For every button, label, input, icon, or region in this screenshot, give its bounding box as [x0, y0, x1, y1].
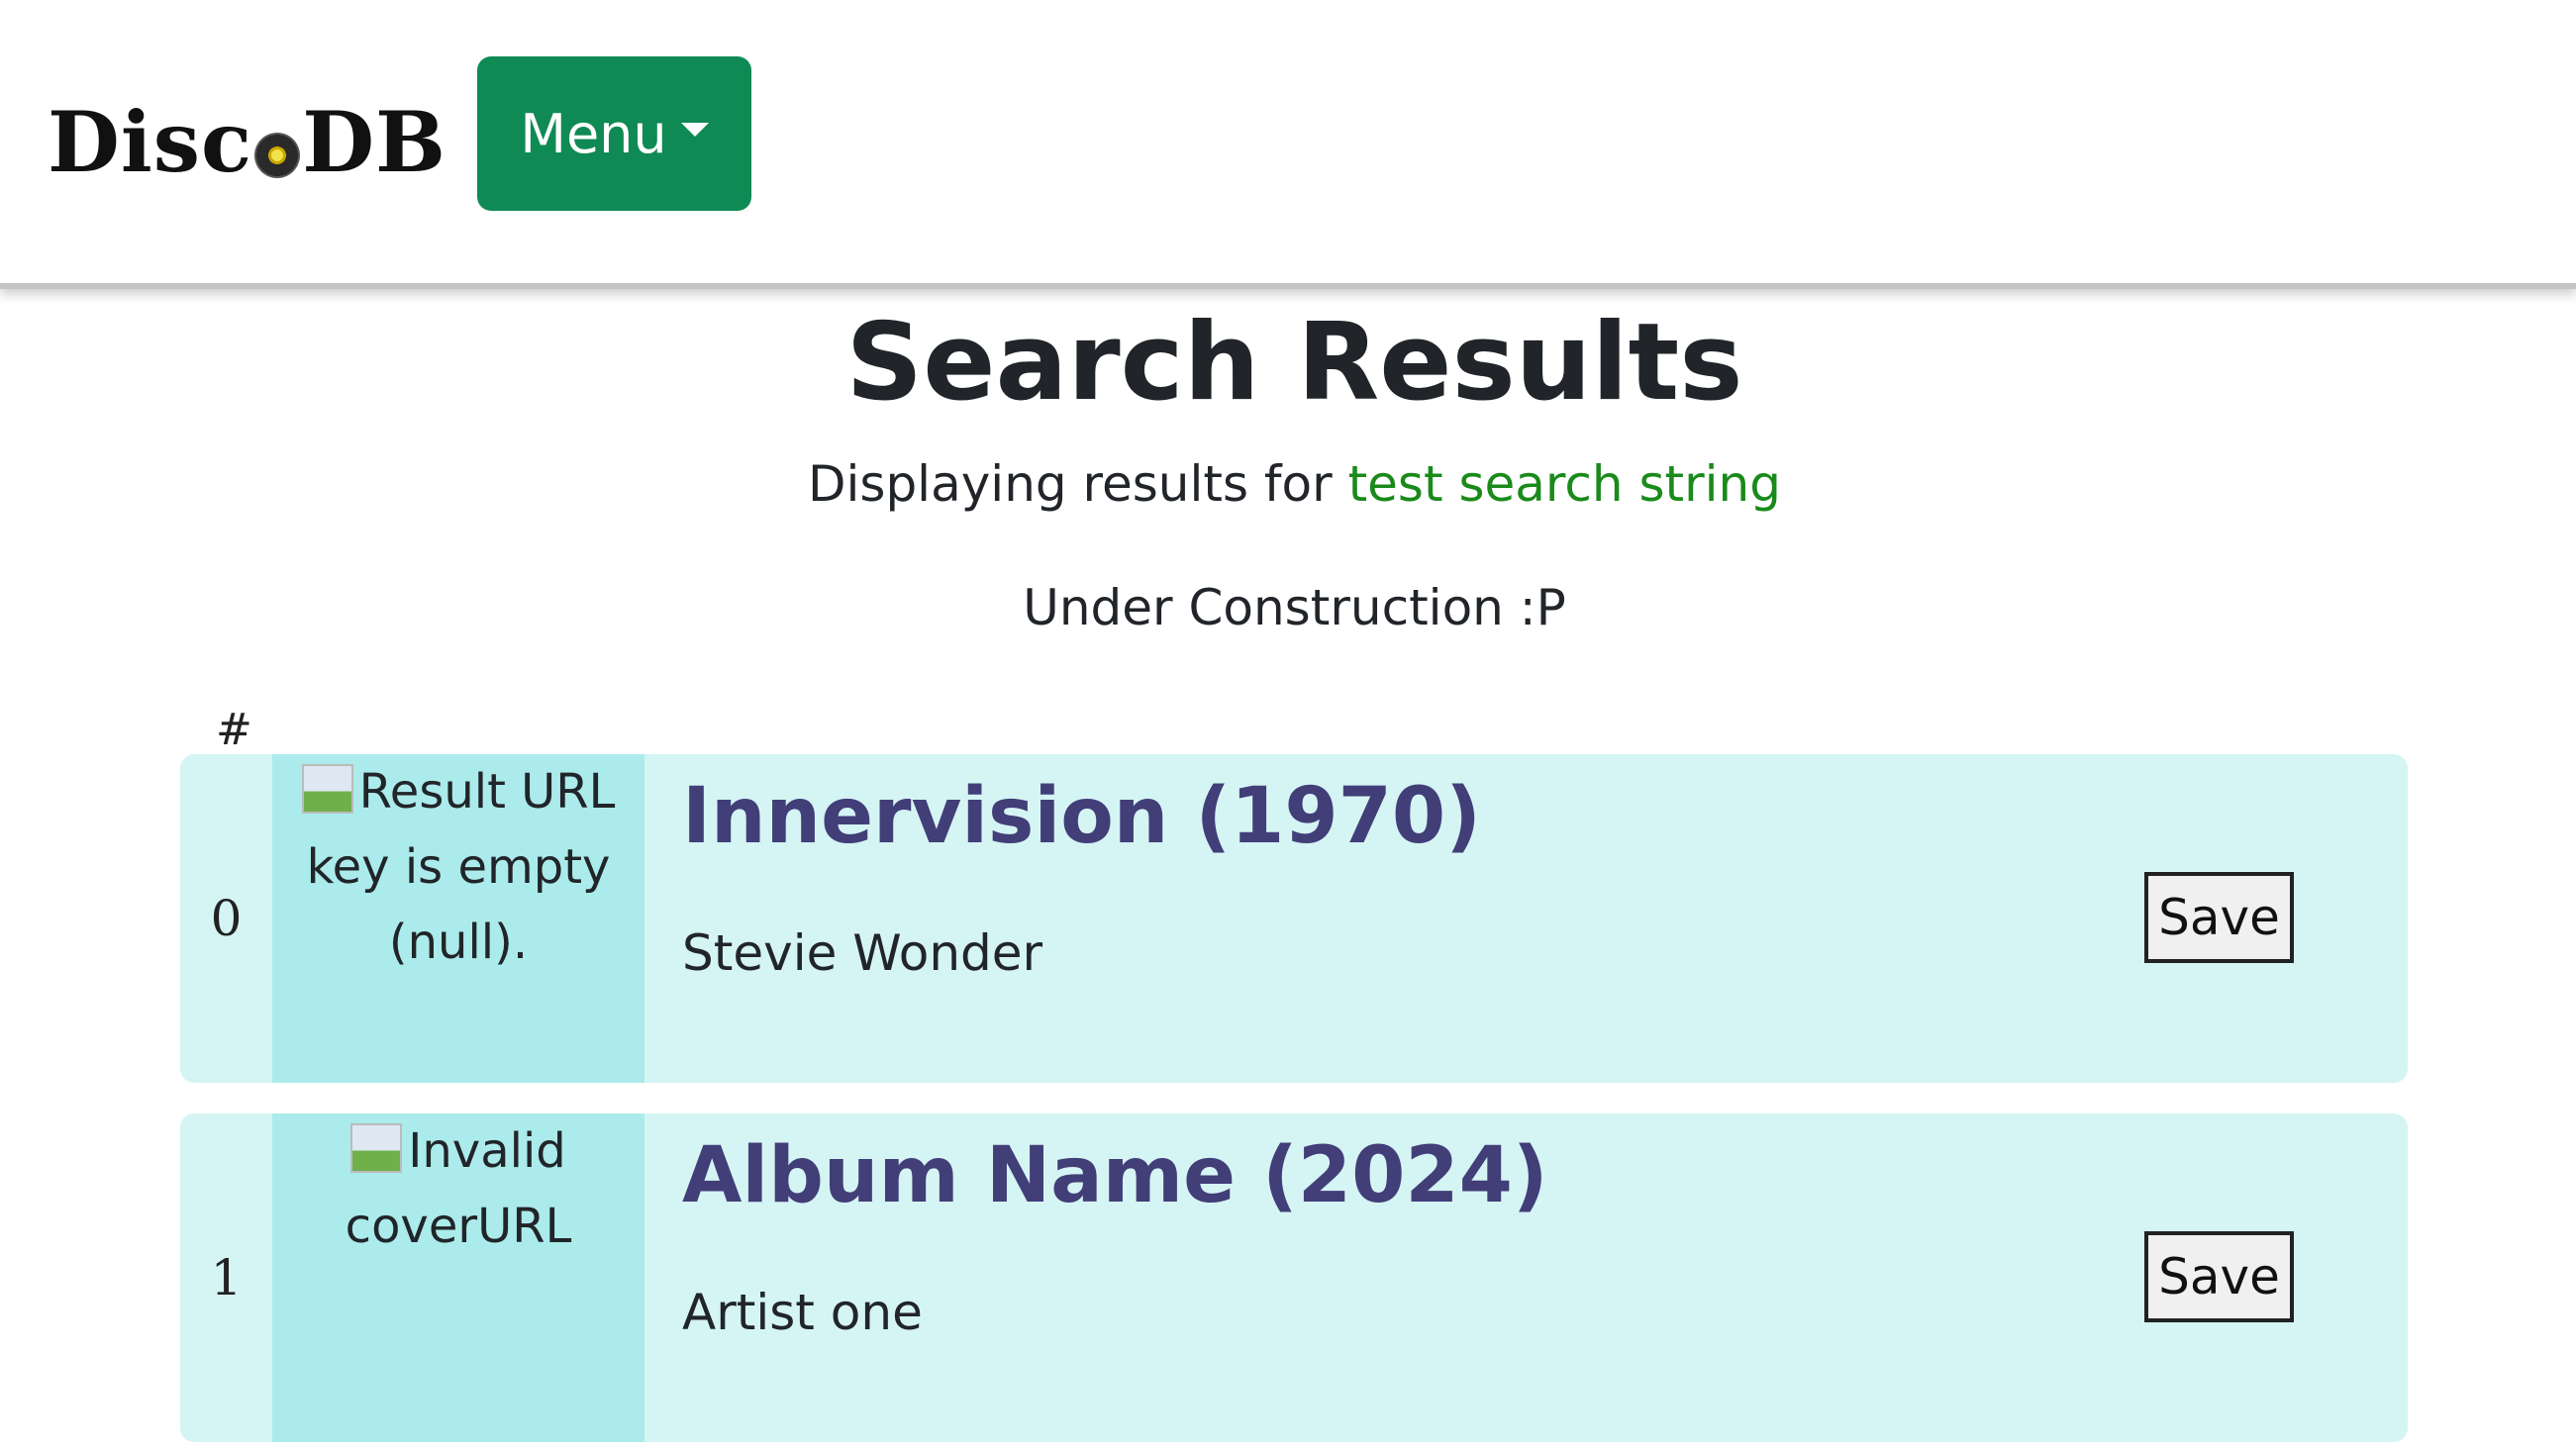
result-index: 1: [210, 1249, 243, 1306]
artist-name: Stevie Wonder: [682, 924, 1043, 982]
menu-button-label: Menu: [520, 102, 667, 165]
search-subtitle: Displaying results for test search strin…: [0, 455, 2576, 513]
save-button[interactable]: Save: [2144, 1231, 2294, 1322]
vinyl-disc-icon: [254, 133, 301, 178]
navbar: Disc DB Menu: [0, 0, 2576, 289]
album-cover: Result URL key is empty (null).: [272, 754, 644, 1083]
logo-text-db: DB: [302, 92, 447, 191]
logo-text-disc: Disc: [48, 92, 253, 191]
discodb-logo[interactable]: Disc DB: [48, 93, 446, 191]
result-row: 0 Result URL key is empty (null). Innerv…: [180, 754, 2408, 1083]
album-title: Album Name (2024): [682, 1131, 1548, 1220]
subtitle-prefix: Displaying results for: [808, 455, 1348, 513]
album-title: Innervision (1970): [682, 772, 1481, 861]
album-cover: Invalid coverURL: [272, 1113, 644, 1442]
caret-down-icon: [680, 123, 709, 137]
construction-notice: Under Construction :P: [1023, 579, 1566, 636]
result-index: 0: [210, 890, 243, 947]
save-button[interactable]: Save: [2144, 872, 2294, 963]
page-title: Search Results: [845, 301, 1743, 425]
menu-button[interactable]: Menu: [477, 56, 751, 211]
result-row: 1 Invalid coverURL Album Name (2024) Art…: [180, 1113, 2408, 1442]
index-column-header: #: [216, 705, 252, 755]
artist-name: Artist one: [682, 1284, 923, 1341]
broken-image-icon: [350, 1123, 403, 1173]
broken-image-icon: [301, 764, 353, 814]
search-query: test search string: [1347, 455, 1781, 513]
